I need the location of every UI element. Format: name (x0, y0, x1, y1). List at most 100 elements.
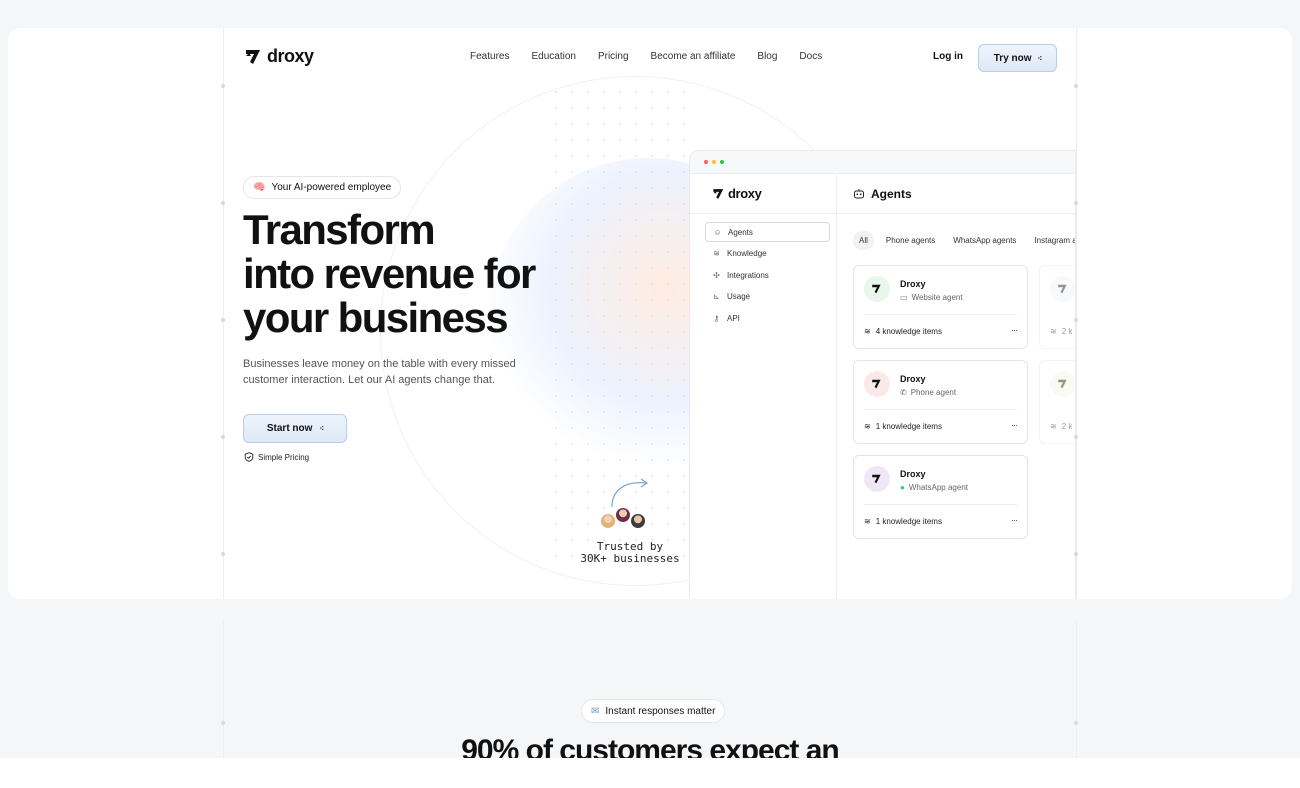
droxy-logo-icon (872, 379, 881, 389)
divider (690, 213, 837, 214)
agent-type: ✆ Phone agent (900, 388, 956, 397)
more-options-icon[interactable]: ··· (1011, 515, 1018, 525)
droxy-logo-icon (1058, 284, 1067, 294)
filter-whatsapp[interactable]: WhatsApp agents (947, 231, 1022, 250)
agent-knowledge: ≋ 4 knowledge items (864, 327, 942, 336)
headline-line: your business (243, 294, 509, 341)
layers-icon: ≋ (864, 422, 871, 431)
main-nav: Features Education Pricing Become an aff… (470, 51, 822, 62)
sparkle-icon: ⁖ (1037, 53, 1043, 63)
divider (864, 409, 1017, 410)
guide-dot (221, 201, 225, 205)
divider (864, 314, 1017, 315)
login-link[interactable]: Log in (933, 51, 963, 62)
app-main: Agents All Phone agents WhatsApp agents … (837, 174, 1075, 599)
hero-subtext: Businesses leave money on the table with… (243, 358, 516, 386)
start-now-button[interactable]: Start now ⁖ (243, 414, 347, 443)
robot-icon (854, 189, 864, 199)
nav-blog[interactable]: Blog (757, 51, 777, 62)
menu-item-knowledge[interactable]: ≋ Knowledge (705, 244, 830, 264)
menu-label: Integrations (727, 270, 769, 280)
sparkle-icon: ⁖ (319, 424, 324, 433)
menu-item-api[interactable]: ⚷ API (705, 308, 830, 328)
guide-dot (221, 435, 225, 439)
window-minimize-dot (712, 160, 716, 164)
nav-affiliate[interactable]: Become an affiliate (651, 51, 736, 62)
agent-type: ▭ Website agent (900, 293, 963, 302)
agent-type-label: Phone agent (910, 388, 957, 397)
agents-title: Agents (871, 187, 912, 201)
trusted-by-text: Trusted by 30K+ businesses (580, 541, 680, 565)
guide-line (223, 620, 224, 760)
app-logo-text: droxy (728, 186, 762, 201)
agent-knowledge: ≋ 1 knowledge items (864, 517, 942, 526)
phone-icon: ✆ (900, 388, 907, 397)
agent-type: ● WhatsApp agent (900, 483, 968, 492)
droxy-logo-icon (246, 49, 260, 64)
layers-icon: ≋ (713, 249, 720, 258)
agent-type-label: WhatsApp agent (908, 483, 968, 492)
droxy-logo-icon (1058, 379, 1067, 389)
agent-card[interactable]: ≋ 2 k (1039, 360, 1075, 444)
section-badge: ✉ Instant responses matter (581, 699, 726, 723)
hero-badge: 🧠 Your AI-powered employee (243, 176, 402, 199)
divider (837, 213, 1075, 214)
viewport-bottom (0, 758, 1300, 788)
nav-docs[interactable]: Docs (799, 51, 822, 62)
filter-instagram[interactable]: Instagram a (1028, 231, 1075, 250)
customer-avatars (599, 506, 647, 530)
whatsapp-icon: ● (900, 483, 905, 492)
guide-dot (221, 84, 225, 88)
knowledge-count: 4 knowledge items (875, 327, 942, 336)
layers-icon: ≋ (864, 517, 871, 526)
droxy-logo-icon (872, 284, 881, 294)
guide-dot (1074, 84, 1078, 88)
guide-dot (221, 552, 225, 556)
agent-card[interactable]: Droxy ● WhatsApp agent ≋ 1 knowledge ite… (853, 455, 1028, 539)
start-now-label: Start now (266, 423, 313, 434)
agent-avatar (864, 371, 890, 397)
menu-item-integrations[interactable]: ✣ Integrations (705, 265, 830, 285)
nav-pricing[interactable]: Pricing (598, 51, 629, 62)
brand-logo[interactable]: droxy (244, 46, 314, 67)
avatar (629, 512, 647, 530)
window-close-dot (704, 160, 708, 164)
droxy-logo-icon (713, 188, 724, 199)
menu-item-usage[interactable]: ⊾ Usage (705, 287, 830, 307)
filter-all[interactable]: All (853, 231, 874, 250)
nav-education[interactable]: Education (531, 51, 575, 62)
layers-icon: ≋ (1050, 422, 1057, 431)
simple-pricing-note[interactable]: Simple Pricing (244, 452, 309, 462)
curved-arrow-icon (611, 478, 648, 508)
menu-label: Usage (727, 292, 751, 301)
agent-type-label: Website agent (911, 293, 963, 302)
agent-name: Droxy (900, 374, 926, 384)
chart-icon: ⊾ (713, 292, 720, 301)
more-options-icon[interactable]: ··· (1011, 420, 1018, 430)
layers-icon: ≋ (864, 327, 871, 336)
filter-phone[interactable]: Phone agents (880, 231, 941, 250)
hero-badge-label: Your AI-powered employee (271, 182, 392, 193)
knowledge-count: 2 k (1061, 327, 1073, 336)
guide-dot (221, 721, 225, 725)
menu-item-agents[interactable]: ☺ Agents (705, 222, 830, 242)
agent-card[interactable]: Droxy ✆ Phone agent ≋ 1 knowledge items … (853, 360, 1028, 444)
try-now-label: Try now (993, 52, 1032, 64)
shield-check-icon (244, 452, 254, 462)
agents-header: Agents (853, 187, 912, 201)
agent-knowledge: ≋ 2 k (1050, 327, 1072, 336)
guide-line (1076, 620, 1077, 760)
try-now-button[interactable]: Try now ⁖ (978, 44, 1057, 72)
more-options-icon[interactable]: ··· (1011, 325, 1018, 335)
browser-icon: ▭ (900, 293, 908, 302)
guide-dot (1074, 552, 1078, 556)
agent-card[interactable]: Droxy ▭ Website agent ≋ 4 knowledge item… (853, 265, 1028, 349)
agent-avatar (1050, 276, 1075, 302)
hero-headline: Transform into revenue for your business (243, 208, 573, 340)
app-sidebar: droxy ☺ Agents ≋ Knowledge ✣ Integration… (690, 174, 837, 599)
nav-features[interactable]: Features (470, 51, 509, 62)
droxy-logo-icon (872, 474, 881, 484)
agent-card[interactable]: ≋ 2 k (1039, 265, 1075, 349)
window-maximize-dot (720, 160, 724, 164)
agent-knowledge: ≋ 2 k (1050, 422, 1072, 431)
